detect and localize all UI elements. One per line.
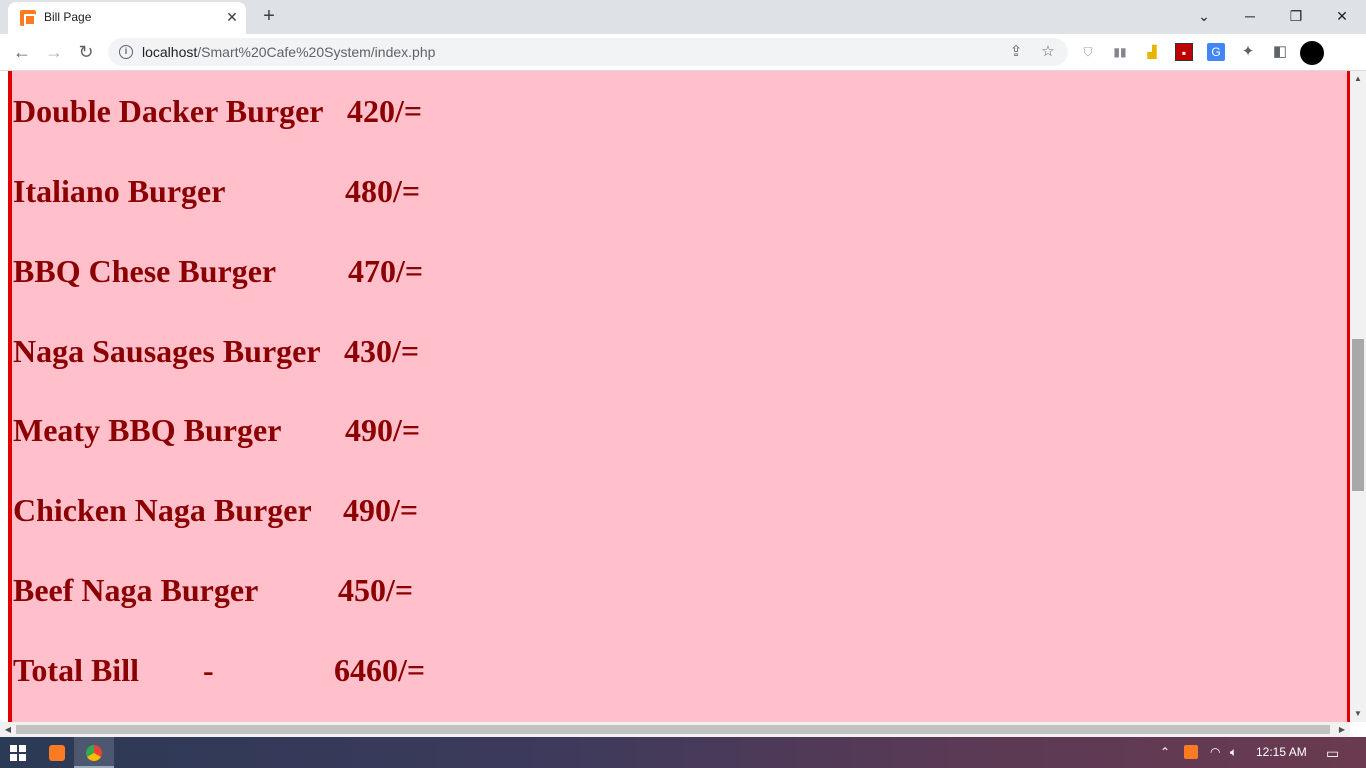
scroll-down-arrow-icon[interactable]: ▼ bbox=[1350, 706, 1366, 722]
bill-item-name: Chicken Naga Burger bbox=[13, 492, 312, 528]
windows-taskbar: ⌃ ◠ 🔈︎ 12:15 AM ▭ bbox=[0, 737, 1366, 768]
bill-item-price: 480/= bbox=[345, 173, 421, 209]
chart-extension-icon[interactable]: ▟ bbox=[1143, 43, 1161, 61]
vertical-scroll-thumb[interactable] bbox=[1352, 339, 1364, 491]
reload-button[interactable]: ↻ bbox=[74, 40, 98, 64]
horizontal-scrollbar[interactable]: ◀ ▶ bbox=[0, 722, 1350, 737]
info-icon[interactable]: i bbox=[119, 45, 133, 59]
bars-extension-icon[interactable]: ▮▮ bbox=[1111, 43, 1129, 61]
url-path: /Smart%20Cafe%20System/index.php bbox=[197, 44, 436, 60]
bookmark-star-icon[interactable]: ☆ bbox=[1038, 42, 1058, 62]
tray-xampp-icon[interactable] bbox=[1184, 745, 1198, 759]
close-tab-icon[interactable]: ✕ bbox=[224, 9, 240, 25]
bill-item-price: 430/= bbox=[344, 333, 420, 369]
tab-strip: Bill Page ✕ + ⌄ ─ ❐ ✕ bbox=[0, 0, 1366, 34]
scroll-up-arrow-icon[interactable]: ▲ bbox=[1350, 71, 1366, 87]
address-bar[interactable]: i localhost/Smart%20Cafe%20System/index.… bbox=[108, 38, 1068, 66]
web-page: Double Dacker Burger 420/= Italiano Burg… bbox=[0, 71, 1366, 737]
url-host: localhost bbox=[142, 44, 198, 60]
close-window-button[interactable]: ✕ bbox=[1326, 4, 1358, 28]
bill-item-name: Italiano Burger bbox=[13, 173, 226, 209]
xampp-favicon-icon bbox=[20, 10, 36, 26]
share-icon[interactable]: ⇪ bbox=[1006, 42, 1026, 62]
vertical-scrollbar[interactable]: ▲ ▼ bbox=[1350, 71, 1366, 722]
tab-bill-page[interactable]: Bill Page ✕ bbox=[8, 2, 246, 34]
bill-item-price: 470/= bbox=[348, 253, 424, 289]
wifi-icon[interactable]: ◠ bbox=[1210, 745, 1220, 759]
shield-extension-icon[interactable]: ⛉ bbox=[1079, 43, 1097, 61]
new-tab-button[interactable]: + bbox=[258, 6, 280, 28]
tab-title: Bill Page bbox=[44, 10, 92, 24]
bill-item-name: Meaty BBQ Burger bbox=[13, 412, 282, 448]
taskbar-chrome-app[interactable] bbox=[74, 737, 114, 768]
notifications-icon[interactable]: ▭ bbox=[1326, 745, 1339, 762]
extensions-puzzle-icon[interactable]: ✦ bbox=[1239, 43, 1257, 61]
scroll-right-arrow-icon[interactable]: ▶ bbox=[1334, 722, 1350, 737]
bill-item-name: Naga Sausages Burger bbox=[13, 333, 321, 369]
taskbar-xampp-app[interactable] bbox=[37, 737, 77, 768]
profile-avatar[interactable] bbox=[1300, 41, 1324, 65]
show-hidden-icons-icon[interactable]: ⌃ bbox=[1160, 745, 1170, 759]
bill-item-name: Double Dacker Burger bbox=[13, 93, 324, 129]
total-bill-value: 6460/= bbox=[334, 652, 426, 688]
bill-item-price: 490/= bbox=[345, 412, 421, 448]
total-bill-label: Total Bill bbox=[13, 652, 139, 688]
taskbar-clock[interactable]: 12:15 AM bbox=[1256, 745, 1307, 759]
red-extension-icon[interactable]: ▪ bbox=[1175, 43, 1193, 61]
volume-icon[interactable]: 🔈︎ bbox=[1230, 745, 1237, 760]
windows-start-icon[interactable] bbox=[10, 745, 26, 761]
translate-extension-icon[interactable]: G bbox=[1207, 43, 1225, 61]
chrome-icon bbox=[86, 745, 102, 761]
bill-item-name: BBQ Chese Burger bbox=[13, 253, 277, 289]
url-text[interactable]: localhost/Smart%20Cafe%20System/index.ph… bbox=[142, 44, 435, 60]
browser-toolbar: ← → ↻ i localhost/Smart%20Cafe%20System/… bbox=[0, 34, 1366, 71]
forward-button[interactable]: → bbox=[42, 40, 66, 64]
bill-item-name: Beef Naga Burger bbox=[13, 572, 259, 608]
bill-item-price: 490/= bbox=[343, 492, 419, 528]
total-separator: - bbox=[203, 652, 214, 688]
xampp-icon bbox=[49, 745, 65, 761]
bill-item-price: 450/= bbox=[338, 572, 414, 608]
tab-search-icon[interactable]: ⌄ bbox=[1188, 4, 1220, 28]
horizontal-scroll-thumb[interactable] bbox=[16, 725, 1330, 734]
bill-item-price: 420/= bbox=[347, 93, 423, 129]
scroll-left-arrow-icon[interactable]: ◀ bbox=[0, 722, 16, 737]
side-panel-icon[interactable]: ◧ bbox=[1271, 43, 1289, 61]
restore-button[interactable]: ❐ bbox=[1280, 4, 1312, 28]
back-button[interactable]: ← bbox=[10, 40, 34, 64]
bill-container: Double Dacker Burger 420/= Italiano Burg… bbox=[8, 71, 1350, 722]
minimize-button[interactable]: ─ bbox=[1234, 4, 1266, 28]
